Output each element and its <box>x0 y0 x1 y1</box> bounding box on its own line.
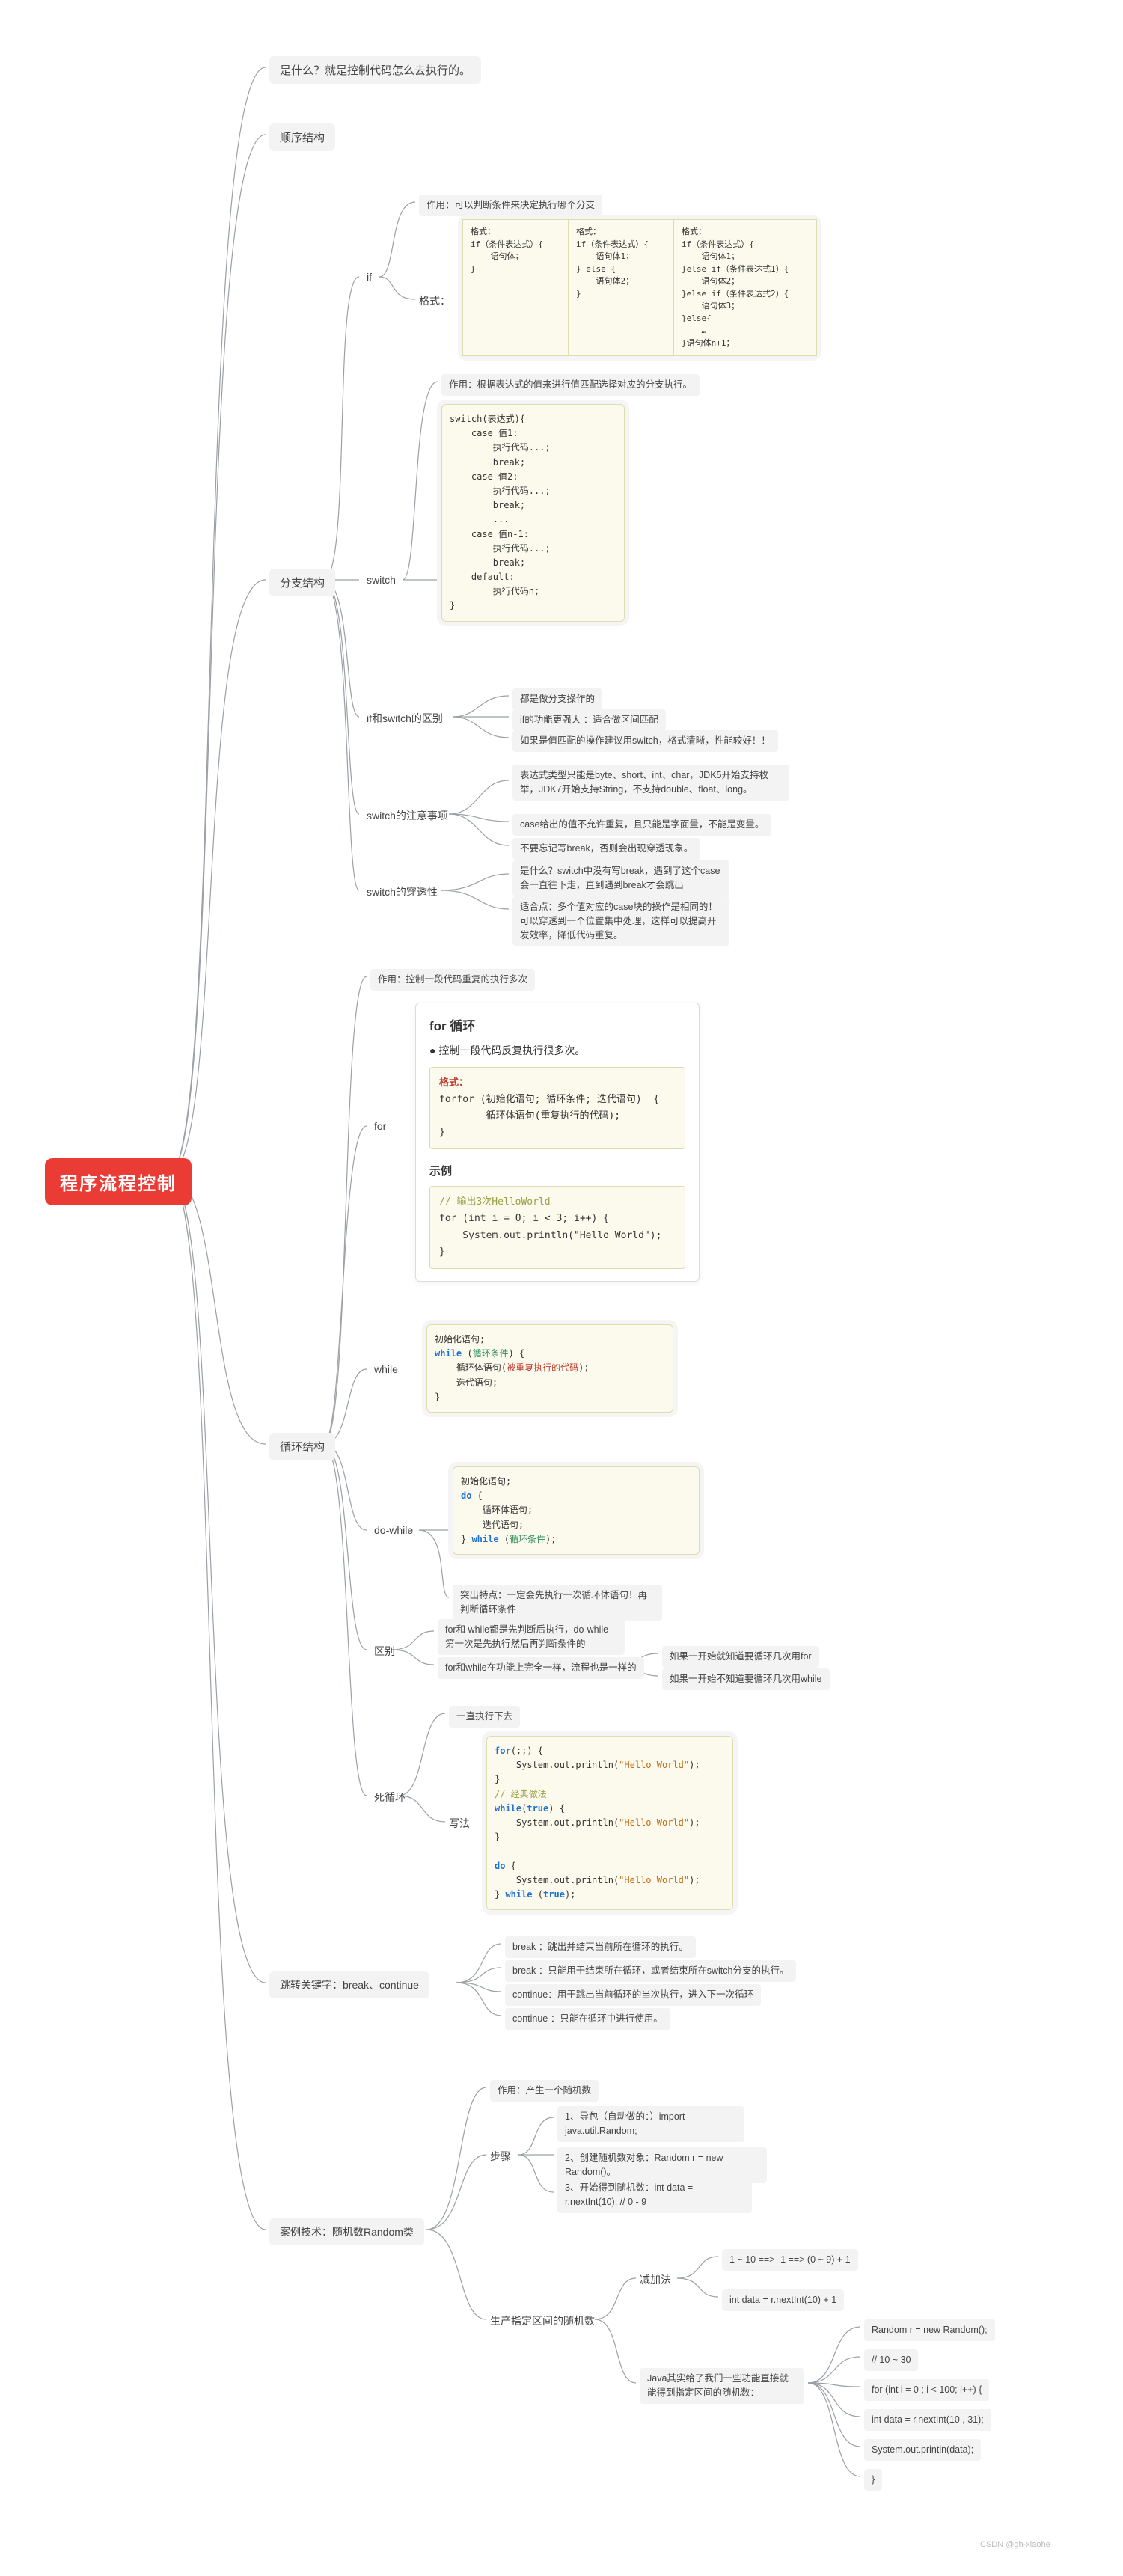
leaf-r-purpose: 作用：产生一个随机数 <box>490 2080 599 2102</box>
leaf-diff-1: 都是做分支操作的 <box>512 688 602 710</box>
leaf-jump-3: continue：用于跳出当前循环的当次执行，进入下一次循环 <box>505 1984 761 2006</box>
node-if-format-label: 格式： <box>419 293 450 308</box>
leaf-do-note: 突出特点：一定会先执行一次循环体语句！再判断循环条件 <box>453 1585 662 1621</box>
leaf-r-java-6: } <box>864 2469 882 2491</box>
leaf-r-java-2: // 10 ~ 30 <box>864 2349 918 2371</box>
node-while[interactable]: while <box>374 1363 398 1375</box>
leaf-rel-2a: 如果一开始就知道要循环几次用for <box>662 1646 819 1668</box>
node-sequential[interactable]: 顺序结构 <box>269 123 335 151</box>
leaf-diff-3: 如果是值匹配的操作建议用switch，格式清晰，性能较好！！ <box>512 730 778 752</box>
watermark: CSDN @gh-xiaohe <box>980 2540 1050 2549</box>
node-difference[interactable]: 区别 <box>374 1644 395 1659</box>
leaf-r-java-5: System.out.println(data); <box>864 2439 981 2461</box>
deadloop-code: for(;;) { System.out.println("Hello Worl… <box>486 1736 733 1910</box>
for-card-title: for 循环 <box>429 1015 685 1034</box>
node-loop[interactable]: 循环结构 <box>269 1433 335 1460</box>
leaf-r-java-3: for (int i = 0 ; i < 100; i++) { <box>864 2379 989 2401</box>
node-if-switch-diff[interactable]: if和switch的区别 <box>367 711 443 726</box>
node-switch[interactable]: switch <box>367 574 396 586</box>
for-card-bullet: 控制一段代码反复执行很多次。 <box>438 1044 585 1056</box>
root-node[interactable]: 程序流程控制 <box>45 1158 192 1205</box>
node-branch[interactable]: 分支结构 <box>269 569 335 596</box>
leaf-r-sub-1: 1 ~ 10 ==> -1 ==> (0 ~ 9) + 1 <box>722 2249 858 2271</box>
node-switch-pen[interactable]: switch的穿透性 <box>367 884 438 899</box>
if-fmt-1: 格式： if（条件表达式）{ 语句体； } <box>463 220 569 355</box>
leaf-sw-note-2: case给出的值不允许重复，且只能是字面量，不能是变量。 <box>512 814 771 836</box>
node-what-is[interactable]: 是什么？就是控制代码怎么去执行的。 <box>269 56 481 84</box>
leaf-r-step-3: 3、开始得到随机数：int data = r.nextInt(10); // 0… <box>557 2177 752 2213</box>
node-switch-note[interactable]: switch的注意事项 <box>367 808 448 823</box>
node-r-sub[interactable]: 减加法 <box>640 2272 671 2287</box>
while-code: 初始化语句; while (循环条件) { 循环体语句(被重复执行的代码); 迭… <box>426 1324 673 1413</box>
leaf-r-java-1: Random r = new Random(); <box>864 2319 995 2341</box>
leaf-dead-1: 一直执行下去 <box>449 1706 520 1728</box>
if-fmt-3: 格式： if（条件表达式）{ 语句体1； }else if（条件表达式1）{ 语… <box>674 220 816 355</box>
leaf-sw-pen-1: 是什么？switch中没有写break，遇到了这个case会一直往下走，直到遇到… <box>512 860 729 896</box>
for-card: for 循环 ● 控制一段代码反复执行很多次。 格式： forfor (初始化语… <box>415 1003 700 1282</box>
leaf-jump-4: continue ：只能在循环中进行使用。 <box>505 2008 670 2030</box>
node-deadloop[interactable]: 死循环 <box>374 1790 406 1805</box>
leaf-sw-note-3: 不要忘记写break，否则会出现穿透现象。 <box>512 838 700 860</box>
leaf-loop-purpose: 作用：控制一段代码重复的执行多次 <box>370 969 535 991</box>
for-example-label: 示例 <box>429 1163 685 1178</box>
leaf-if-purpose: 作用：可以判断条件来决定执行哪个分支 <box>419 195 602 216</box>
leaf-sw-note-1: 表达式类型只能是byte、short、int、char，JDK5开始支持枚举，J… <box>512 765 789 801</box>
if-fmt-2: 格式： if（条件表达式）{ 语句体1； } else { 语句体2； } <box>569 220 674 355</box>
switch-code: switch(表达式){ case 值1: 执行代码...; break; ca… <box>441 404 625 622</box>
leaf-switch-purpose: 作用：根据表达式的值来进行值匹配选择对应的分支执行。 <box>441 374 700 396</box>
leaf-rel-2b: 如果一开始不知道要循环几次用while <box>662 1668 830 1690</box>
node-for[interactable]: for <box>374 1120 386 1132</box>
leaf-jump-2: break ：只能用于结束所在循环，或者结束所在switch分支的执行。 <box>505 1960 796 1982</box>
node-dowhile[interactable]: do-while <box>374 1524 413 1536</box>
node-r-range[interactable]: 生产指定区间的随机数 <box>490 2313 595 2328</box>
leaf-r-java-label: Java其实给了我们一些功能直接就能得到指定区间的随机数： <box>640 2368 804 2404</box>
node-random[interactable]: 案例技术：随机数Random类 <box>269 2218 424 2245</box>
dowhile-code: 初始化语句; do { 循环体语句; 迭代语句; } while (循环条件); <box>453 1466 700 1555</box>
leaf-rel-1: for和 while都是先判断后执行，do-while第一次是先执行然后再判断条… <box>438 1619 625 1655</box>
leaf-sw-pen-2: 适合点：多个值对应的case块的操作是相同的！可以穿透到一个位置集中处理，这样可… <box>512 896 729 946</box>
leaf-r-step-1: 1、导包（自动做的：）import java.util.Random; <box>557 2106 744 2142</box>
node-r-steps[interactable]: 步骤 <box>490 2149 511 2164</box>
node-dead-write: 写法 <box>449 1816 470 1831</box>
leaf-diff-2: if的功能更强大 ：适合做区间匹配 <box>512 709 666 731</box>
leaf-r-sub-2: int data = r.nextInt(10) + 1 <box>722 2289 844 2311</box>
if-format-card: 格式： if（条件表达式）{ 语句体； } 格式： if（条件表达式）{ 语句体… <box>462 219 817 356</box>
leaf-jump-1: break ：跳出并结束当前所在循环的执行。 <box>505 1936 696 1958</box>
node-jump[interactable]: 跳转关键字：break、continue <box>269 1971 429 1998</box>
leaf-r-java-4: int data = r.nextInt(10 , 31); <box>864 2409 991 2431</box>
leaf-rel-2-label: for和while在功能上完全一样，流程也是一样的 <box>438 1657 644 1679</box>
node-if[interactable]: if <box>367 271 372 283</box>
